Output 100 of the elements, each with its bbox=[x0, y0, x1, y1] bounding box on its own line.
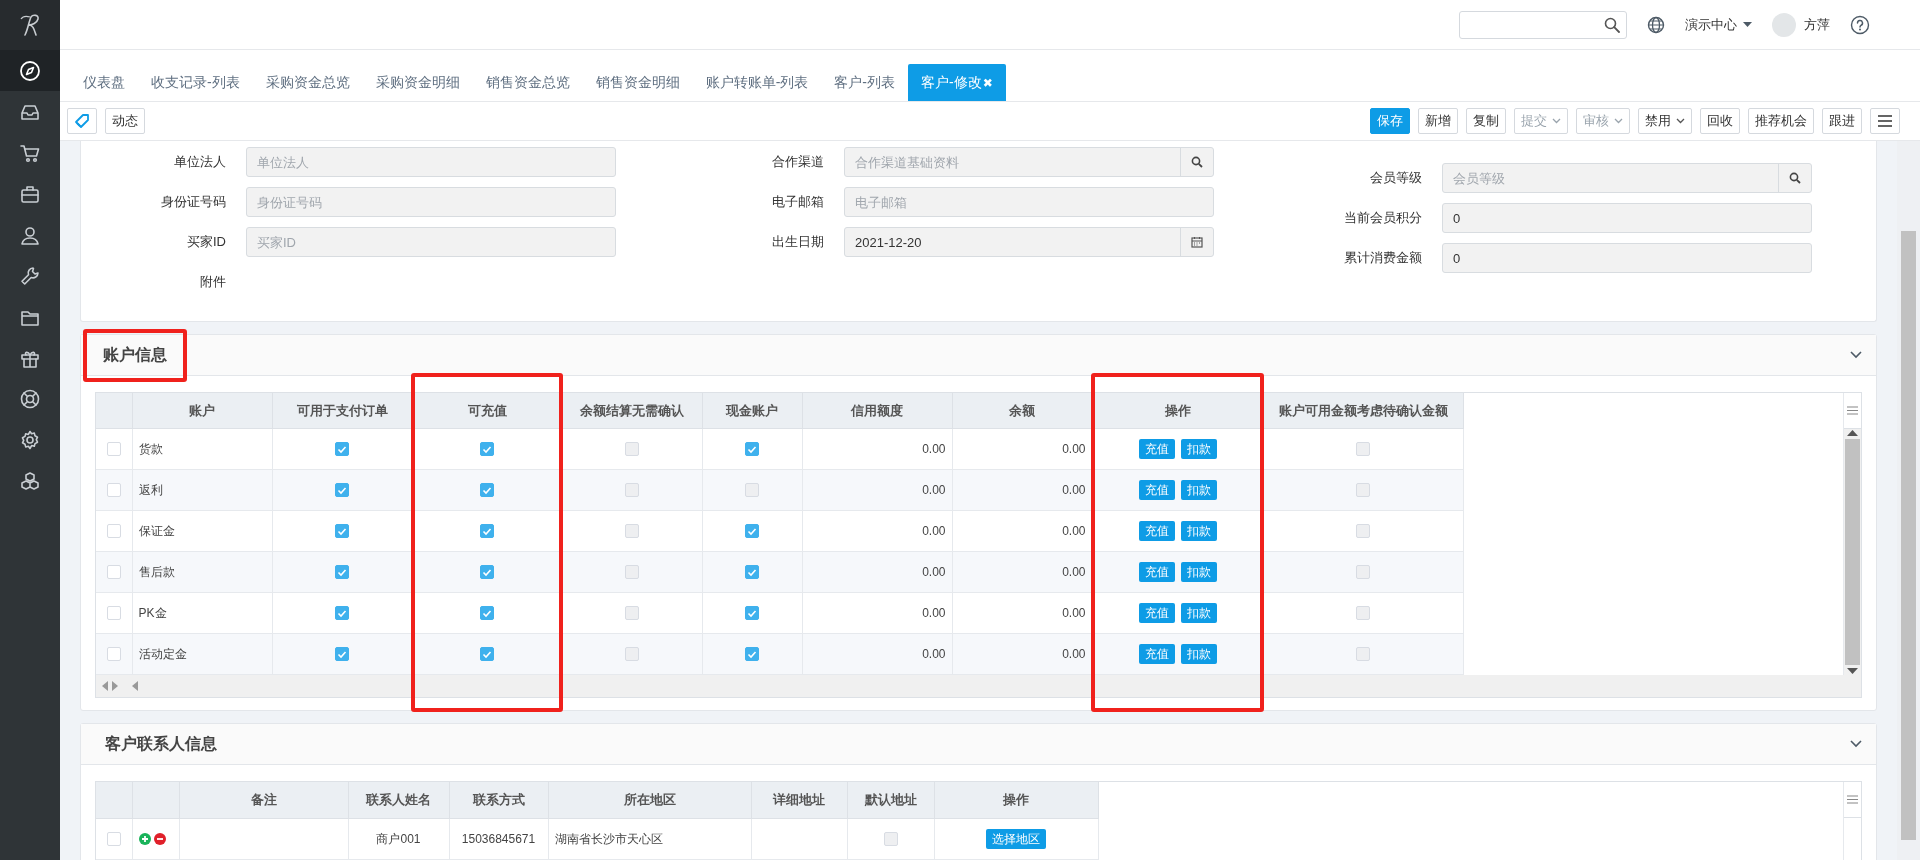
lifebuoy-icon[interactable] bbox=[19, 387, 41, 410]
tab[interactable]: 收支记录-列表 bbox=[138, 64, 253, 101]
tab[interactable]: 账户转账单-列表 bbox=[692, 64, 822, 101]
columns-menu-icon[interactable] bbox=[1847, 795, 1858, 804]
input-field[interactable]: 0 bbox=[1442, 243, 1812, 273]
settings-icon[interactable] bbox=[19, 428, 41, 451]
checkbox[interactable] bbox=[745, 442, 759, 457]
scroll-left-icon[interactable] bbox=[102, 681, 108, 691]
tab[interactable]: 采购资金明细 bbox=[362, 64, 473, 101]
toolbar-button[interactable]: 推荐机会 bbox=[1748, 108, 1814, 134]
user-name[interactable]: 方萍 bbox=[1804, 15, 1830, 34]
checkbox[interactable] bbox=[1356, 606, 1370, 621]
tag-button[interactable] bbox=[67, 108, 97, 134]
text-input[interactable]: 单位法人 bbox=[247, 154, 615, 170]
org-dropdown[interactable]: 演示中心 bbox=[1685, 15, 1752, 34]
toolbar-button[interactable]: 跟进 bbox=[1822, 108, 1862, 134]
text-input[interactable]: 0 bbox=[1443, 250, 1811, 266]
action-button[interactable]: 扣款 bbox=[1180, 439, 1217, 459]
scrollbar-thumb[interactable] bbox=[1901, 231, 1916, 840]
checkbox[interactable] bbox=[335, 442, 349, 457]
checkbox[interactable] bbox=[1356, 524, 1370, 539]
action-button[interactable]: 扣款 bbox=[1180, 562, 1217, 582]
input-field[interactable]: 电子邮箱 bbox=[844, 187, 1214, 217]
checkbox[interactable] bbox=[625, 524, 639, 539]
cubes-icon[interactable] bbox=[19, 469, 41, 492]
checkbox[interactable] bbox=[106, 832, 121, 847]
action-button[interactable]: 充值 bbox=[1138, 603, 1175, 623]
checkbox[interactable] bbox=[625, 606, 639, 621]
search-field[interactable] bbox=[1459, 10, 1627, 39]
checkbox[interactable] bbox=[335, 483, 349, 498]
action-button[interactable]: 充值 bbox=[1138, 480, 1175, 500]
toolbar-button[interactable]: 保存 bbox=[1370, 108, 1410, 134]
checkbox[interactable] bbox=[625, 647, 639, 662]
text-input[interactable]: 会员等级 bbox=[1443, 170, 1778, 186]
action-button[interactable]: 充值 bbox=[1138, 644, 1175, 664]
checkbox[interactable] bbox=[480, 442, 494, 457]
menu-button[interactable] bbox=[1870, 108, 1900, 134]
search-icon[interactable] bbox=[1604, 16, 1620, 33]
checkbox[interactable] bbox=[106, 442, 121, 457]
tab[interactable]: 仪表盘 bbox=[70, 64, 138, 101]
checkbox[interactable] bbox=[625, 483, 639, 498]
checkbox[interactable] bbox=[1356, 565, 1370, 580]
checkbox[interactable] bbox=[745, 565, 759, 580]
checkbox[interactable] bbox=[480, 606, 494, 621]
chevron-icon[interactable] bbox=[1850, 351, 1862, 359]
help-icon[interactable] bbox=[1850, 14, 1870, 35]
checkbox[interactable] bbox=[745, 483, 759, 498]
checkbox[interactable] bbox=[335, 606, 349, 621]
action-button[interactable]: 扣款 bbox=[1180, 603, 1217, 623]
tab[interactable]: 客户-列表 bbox=[821, 64, 908, 101]
toolbar-button[interactable]: 新增 bbox=[1418, 108, 1458, 134]
input-field[interactable]: 合作渠道基础资料 bbox=[844, 147, 1214, 177]
toolbar-button[interactable]: 回收 bbox=[1700, 108, 1740, 134]
checkbox[interactable] bbox=[480, 565, 494, 580]
action-button[interactable]: 充值 bbox=[1138, 521, 1175, 541]
input-field[interactable]: 会员等级 bbox=[1442, 163, 1812, 193]
search-icon[interactable] bbox=[1191, 156, 1203, 168]
dropdown-button[interactable]: 禁用 bbox=[1638, 108, 1692, 134]
close-icon[interactable]: ✖ bbox=[982, 75, 993, 90]
checkbox[interactable] bbox=[106, 483, 121, 498]
text-input[interactable]: 合作渠道基础资料 bbox=[845, 154, 1180, 170]
checkbox[interactable] bbox=[335, 565, 349, 580]
input-field[interactable]: 单位法人 bbox=[246, 147, 616, 177]
checkbox[interactable] bbox=[745, 647, 759, 662]
activity-button[interactable]: 动态 bbox=[105, 108, 145, 134]
tab[interactable]: 销售资金明细 bbox=[582, 64, 693, 101]
checkbox[interactable] bbox=[1356, 483, 1370, 498]
wrench-icon[interactable] bbox=[19, 264, 41, 287]
checkbox[interactable] bbox=[335, 524, 349, 539]
action-button[interactable]: 扣款 bbox=[1180, 480, 1217, 500]
text-input[interactable]: 0 bbox=[1443, 210, 1811, 226]
checkbox[interactable] bbox=[1356, 647, 1370, 662]
checkbox[interactable] bbox=[745, 606, 759, 621]
checkbox[interactable] bbox=[745, 524, 759, 539]
scroll-right-icon[interactable] bbox=[112, 681, 118, 691]
toolbar-button[interactable]: 复制 bbox=[1466, 108, 1506, 134]
checkbox[interactable] bbox=[335, 647, 349, 662]
action-button[interactable]: 扣款 bbox=[1180, 521, 1217, 541]
checkbox[interactable] bbox=[106, 606, 121, 621]
action-button[interactable]: 选择地区 bbox=[986, 829, 1046, 849]
tab[interactable]: 销售资金总览 bbox=[472, 64, 583, 101]
scroll-left-icon[interactable] bbox=[132, 681, 138, 691]
checkbox[interactable] bbox=[106, 524, 121, 539]
tab[interactable]: 采购资金总览 bbox=[252, 64, 363, 101]
action-button[interactable]: 充值 bbox=[1138, 562, 1175, 582]
checkbox[interactable] bbox=[480, 483, 494, 498]
checkbox[interactable] bbox=[1356, 442, 1370, 457]
action-button[interactable]: 充值 bbox=[1138, 439, 1175, 459]
horizontal-scrollbar[interactable] bbox=[96, 675, 1861, 697]
input-field[interactable]: 买家ID bbox=[246, 227, 616, 257]
globe-icon[interactable] bbox=[1647, 15, 1665, 34]
search-icon[interactable] bbox=[1789, 172, 1801, 184]
checkbox[interactable] bbox=[106, 647, 121, 662]
checkbox[interactable] bbox=[625, 442, 639, 457]
checkbox[interactable] bbox=[480, 647, 494, 662]
text-input[interactable]: 电子邮箱 bbox=[845, 194, 1213, 210]
checkbox[interactable] bbox=[106, 565, 121, 580]
compass-icon[interactable] bbox=[19, 59, 41, 82]
columns-menu-icon[interactable] bbox=[1847, 406, 1858, 415]
checkbox[interactable] bbox=[625, 565, 639, 580]
